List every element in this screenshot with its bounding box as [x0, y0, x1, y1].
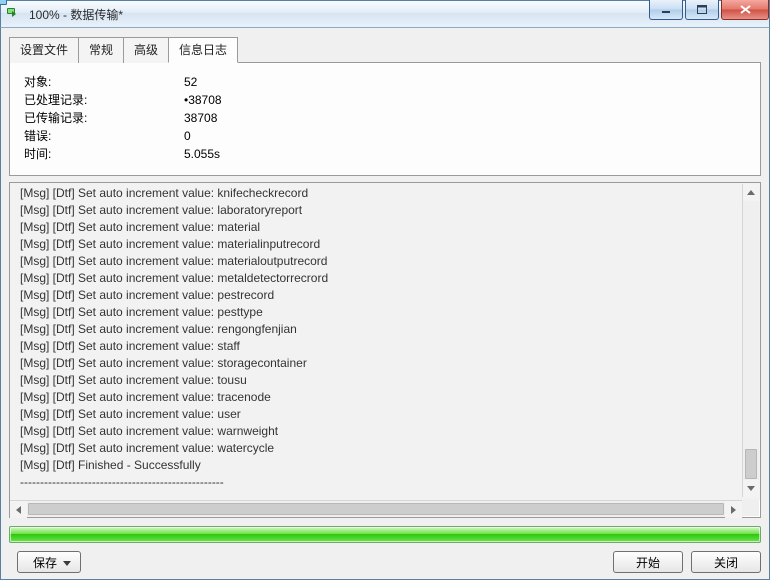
log-line: [Msg] [Dtf] Set auto increment value: pe…: [20, 287, 758, 304]
summary-label: 对象:: [24, 73, 184, 91]
title-bar: 100% - 数据传输*: [0, 0, 770, 28]
minimize-icon: [661, 6, 671, 14]
horizontal-scroll-thumb[interactable]: [28, 503, 724, 515]
summary-panel: 对象: 52 已处理记录: •38708 已传输记录: 38708 错误: 0 …: [9, 62, 761, 176]
tab-row: 设置文件 常规 高级 信息日志: [9, 36, 761, 62]
vertical-scrollbar[interactable]: [742, 184, 759, 497]
start-button-label: 开始: [636, 554, 660, 571]
log-line: [Msg] [Dtf] Set auto increment value: la…: [20, 202, 758, 219]
minimize-button[interactable]: [649, 0, 683, 20]
summary-value: 0: [184, 127, 191, 145]
log-line: [Msg] [Dtf] Set auto increment value: to…: [20, 372, 758, 389]
scroll-left-button[interactable]: [10, 501, 27, 518]
window-title: 100% - 数据传输*: [29, 6, 123, 23]
tab-advanced[interactable]: 高级: [123, 37, 169, 63]
tab-label: 设置文件: [20, 43, 68, 57]
app-icon: [7, 6, 23, 22]
log-line: [Msg] [Dtf] Set auto increment value: st…: [20, 338, 758, 355]
log-line: [Msg] [Dtf] Finished - Successfully: [20, 457, 758, 474]
log-text-area[interactable]: [Msg] [Dtf] Set auto increment value: kn…: [10, 183, 760, 500]
log-line: [Msg] [Dtf] Set auto increment value: wa…: [20, 440, 758, 457]
summary-label: 时间:: [24, 145, 184, 163]
dropdown-caret-icon: [63, 555, 71, 569]
scroll-right-button[interactable]: [725, 501, 742, 518]
chevron-down-icon: [747, 486, 755, 491]
tab-label: 高级: [134, 43, 158, 57]
summary-row-errors: 错误: 0: [24, 127, 746, 145]
chevron-right-icon: [731, 506, 736, 514]
close-button-label: 关闭: [714, 554, 738, 571]
summary-row-time: 时间: 5.055s: [24, 145, 746, 163]
log-line: [Msg] [Dtf] Set auto increment value: wa…: [20, 423, 758, 440]
close-button[interactable]: 关闭: [691, 551, 761, 573]
tab-label: 常规: [89, 43, 113, 57]
horizontal-scrollbar[interactable]: [10, 500, 742, 517]
log-line: [Msg] [Dtf] Set auto increment value: me…: [20, 270, 758, 287]
start-button[interactable]: 开始: [613, 551, 683, 573]
summary-row-transferred: 已传输记录: 38708: [24, 109, 746, 127]
log-line: [Msg] [Dtf] Set auto increment value: ma…: [20, 253, 758, 270]
summary-value: 38708: [184, 109, 217, 127]
chevron-left-icon: [16, 506, 21, 514]
save-button-label: 保存: [33, 554, 57, 571]
log-line: [Msg] [Dtf] Set auto increment value: us…: [20, 406, 758, 423]
chevron-up-icon: [747, 190, 755, 195]
summary-label: 已传输记录:: [24, 109, 184, 127]
maximize-button[interactable]: [685, 0, 719, 20]
summary-row-objects: 对象: 52: [24, 73, 746, 91]
scroll-corner: [742, 499, 759, 516]
vertical-scroll-thumb[interactable]: [745, 449, 757, 479]
close-icon: [740, 5, 751, 14]
summary-value: •38708: [184, 91, 222, 109]
close-window-button[interactable]: [721, 0, 769, 20]
log-line: [Msg] [Dtf] Set auto increment value: tr…: [20, 389, 758, 406]
tab-general[interactable]: 常规: [78, 37, 124, 63]
tab-settings-file[interactable]: 设置文件: [9, 37, 79, 63]
log-line: [Msg] [Dtf] Set auto increment value: kn…: [20, 185, 758, 202]
summary-value: 5.055s: [184, 145, 220, 163]
summary-label: 错误:: [24, 127, 184, 145]
log-line: [Msg] [Dtf] Set auto increment value: pe…: [20, 304, 758, 321]
log-line: [Msg] [Dtf] Set auto increment value: st…: [20, 355, 758, 372]
log-line: [Msg] [Dtf] Set auto increment value: re…: [20, 321, 758, 338]
summary-row-processed: 已处理记录: •38708: [24, 91, 746, 109]
log-line: [Msg] [Dtf] Set auto increment value: ma…: [20, 219, 758, 236]
tab-message-log[interactable]: 信息日志: [168, 37, 238, 63]
log-panel: [Msg] [Dtf] Set auto increment value: kn…: [9, 182, 761, 518]
scroll-up-button[interactable]: [743, 184, 759, 201]
save-button[interactable]: 保存: [17, 551, 81, 573]
summary-label: 已处理记录:: [24, 91, 184, 109]
progress-bar: [9, 526, 761, 543]
client-area: 设置文件 常规 高级 信息日志 对象: 52 已处理记录: •38708 已传输…: [0, 28, 770, 580]
tab-label: 信息日志: [179, 43, 227, 57]
log-line: [Msg] [Dtf] Set auto increment value: ma…: [20, 236, 758, 253]
maximize-icon: [697, 5, 707, 14]
log-line: ----------------------------------------…: [20, 474, 758, 491]
summary-value: 52: [184, 73, 197, 91]
button-row: 保存 开始 关闭: [9, 551, 761, 573]
scroll-down-button[interactable]: [743, 480, 759, 497]
